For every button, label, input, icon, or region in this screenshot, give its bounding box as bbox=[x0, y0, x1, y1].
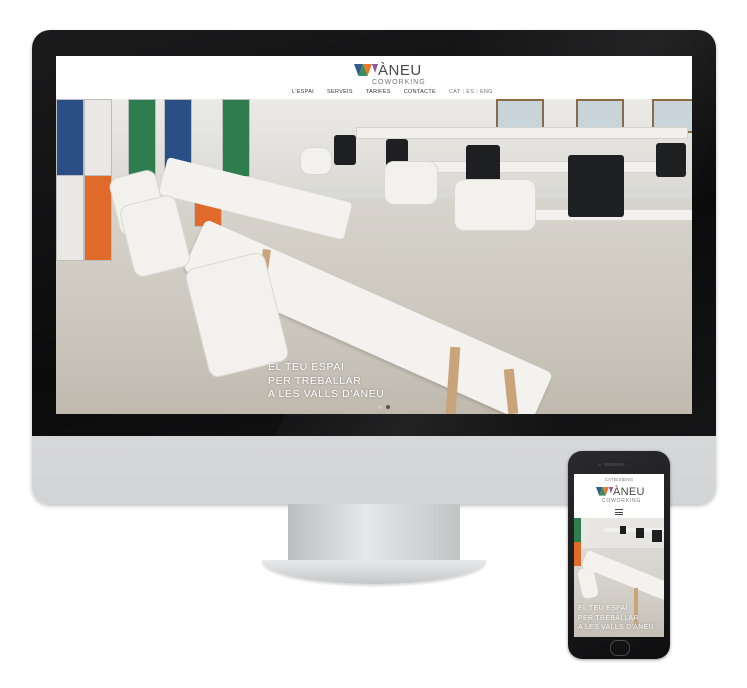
mobile-brand-name: ÀNEU bbox=[613, 486, 645, 498]
hero-photo-locker bbox=[56, 175, 84, 261]
phone-speaker bbox=[604, 463, 624, 466]
hero-photo-locker bbox=[574, 518, 581, 542]
hero-photo-locker bbox=[84, 99, 112, 177]
lang-es[interactable]: ES bbox=[466, 89, 474, 95]
hero-photo-locker bbox=[56, 99, 84, 177]
hero-photo-chair bbox=[384, 161, 438, 205]
hero-photo-chair bbox=[454, 179, 536, 231]
mobile-hero-caption: EL TEU ESPAI PER TREBALLAR A LES VALLS D… bbox=[578, 604, 654, 633]
hero-photo-chair bbox=[334, 135, 356, 165]
nav-item-serveis[interactable]: SERVEIS bbox=[327, 89, 353, 95]
site-logo[interactable]: ÀNEU COWORKING bbox=[354, 62, 425, 90]
phone-home-button[interactable] bbox=[610, 640, 630, 656]
hero-photo-desk bbox=[416, 161, 688, 173]
hero-photo-locker bbox=[128, 99, 156, 177]
hero-caption: EL TEU ESPAI PER TREBALLAR A LES VALLS D… bbox=[268, 361, 385, 402]
hero-photo-chair bbox=[300, 147, 332, 175]
slider-dot[interactable] bbox=[378, 405, 382, 409]
desktop-screen: ÀNEU COWORKING L'ESPAI SERVEIS TARIFES C… bbox=[56, 56, 692, 414]
apple-logo-icon bbox=[360, 436, 388, 464]
slider-dot-active[interactable] bbox=[386, 405, 390, 409]
hero-caption-line: A LES VALLS D'ÀNEU bbox=[268, 388, 385, 400]
hero-photo-chair bbox=[656, 143, 686, 177]
lang-cat[interactable]: CAT bbox=[449, 89, 461, 95]
lang-separator: | bbox=[476, 89, 478, 95]
mobile-brand-tagline: COWORKING bbox=[602, 498, 642, 504]
hamburger-icon[interactable] bbox=[615, 509, 623, 515]
hero-photo-chair bbox=[636, 528, 644, 538]
hero-photo-chair bbox=[620, 526, 626, 534]
hero-photo-locker bbox=[222, 99, 250, 177]
hero-photo-chair bbox=[568, 155, 624, 217]
mobile-hero[interactable]: EL TEU ESPAI PER TREBALLAR A LES VALLS D… bbox=[574, 518, 664, 637]
lang-eng[interactable]: ENG bbox=[480, 89, 493, 95]
nav-item-espai[interactable]: L'ESPAI bbox=[292, 89, 314, 95]
hero-caption-line: EL TEU ESPAI bbox=[578, 605, 628, 612]
hero-caption-line: PER TREBALLAR bbox=[268, 374, 362, 387]
hero-photo-locker bbox=[574, 542, 581, 566]
hero-photo-locker bbox=[582, 518, 589, 542]
site-header: ÀNEU COWORKING L'ESPAI SERVEIS TARIFES C… bbox=[56, 56, 692, 99]
nav-item-contacte[interactable]: CONTACTE bbox=[404, 89, 436, 95]
language-switcher: CAT | ES | ENG bbox=[449, 89, 493, 95]
mobile-screen: CAT|ES|ENG ÀNEU COWORKING EL TEU ESPAI P… bbox=[574, 474, 664, 637]
hero-slider[interactable]: EL TEU ESPAI PER TREBALLAR A LES VALLS D… bbox=[56, 99, 692, 414]
nav-item-tarifes[interactable]: TARIFES bbox=[366, 89, 391, 95]
hero-photo-desk bbox=[356, 127, 688, 139]
slider-dots bbox=[378, 405, 390, 409]
mobile-language-switcher[interactable]: CAT|ES|ENG bbox=[574, 477, 664, 482]
hero-caption-line: A LES VALLS D'ÀNEU bbox=[578, 624, 654, 631]
imac-stand bbox=[288, 504, 460, 566]
hero-caption-line: EL TEU ESPAI bbox=[268, 361, 345, 373]
imac-stand-base bbox=[262, 560, 486, 584]
brand-tagline: COWORKING bbox=[372, 79, 426, 86]
mobile-site-logo[interactable]: ÀNEU COWORKING bbox=[596, 486, 645, 506]
lang-separator: | bbox=[462, 89, 465, 95]
main-nav: L'ESPAI SERVEIS TARIFES CONTACTE CAT | E… bbox=[292, 87, 552, 97]
hero-caption-line: PER TREBALLAR bbox=[578, 614, 639, 622]
hero-photo-chair bbox=[652, 530, 662, 542]
hero-photo-locker bbox=[84, 175, 112, 261]
phone-camera bbox=[598, 463, 601, 466]
